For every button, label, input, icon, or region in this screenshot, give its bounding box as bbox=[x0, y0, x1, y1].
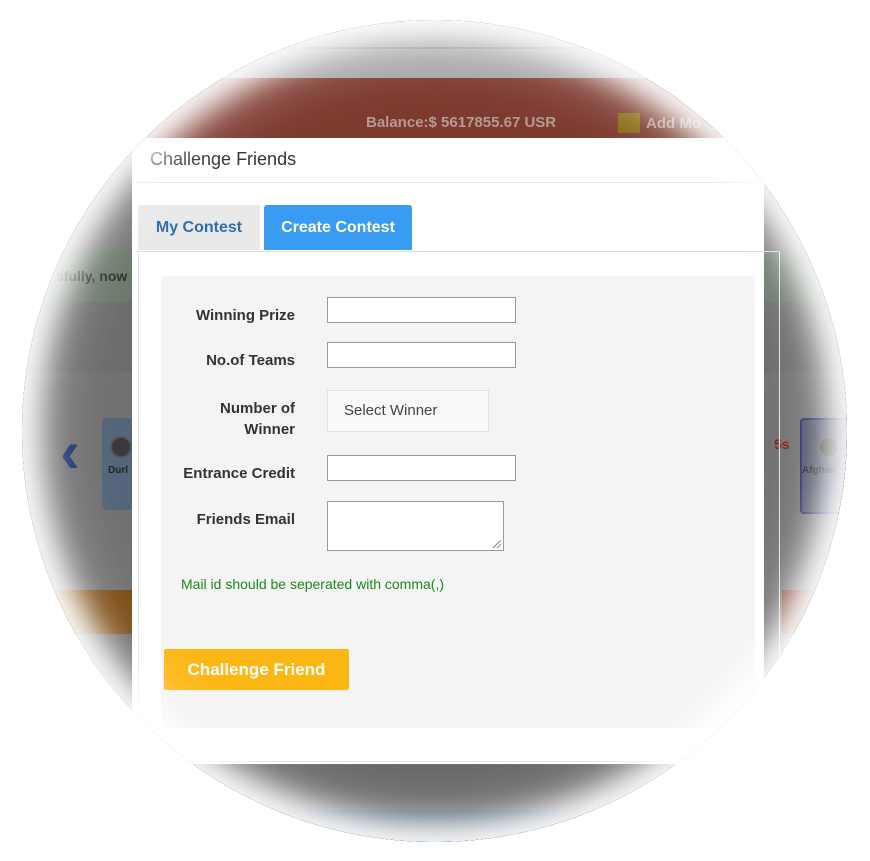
winner-select[interactable]: Select Winner bbox=[327, 390, 489, 432]
add-money-button[interactable]: Add Mo bbox=[618, 113, 701, 133]
friends-email-label: Friends Email bbox=[196, 511, 295, 528]
entrance-credit-label: Entrance Credit bbox=[183, 465, 295, 482]
match-card-label: Durl bbox=[108, 465, 128, 476]
entrance-credit-input[interactable] bbox=[327, 455, 516, 481]
background-divider bbox=[22, 47, 847, 49]
winning-prize-input[interactable] bbox=[327, 297, 516, 323]
teams-label: No.of Teams bbox=[206, 352, 295, 369]
match-card-label: Afghan bbox=[802, 465, 837, 476]
tab-my-contest[interactable]: My Contest bbox=[138, 205, 260, 250]
resize-handle-icon[interactable] bbox=[493, 540, 501, 548]
challenge-friend-button[interactable]: Challenge Friend bbox=[164, 649, 349, 690]
modal-title: Challenge Friends bbox=[150, 149, 297, 169]
contest-tabs: My Contest Create Contest bbox=[138, 205, 778, 252]
friends-email-textarea[interactable] bbox=[327, 501, 504, 551]
balance-text: Balance:$ 5617855.67 USR bbox=[366, 114, 557, 131]
challenge-friends-modal: Challenge Friends My Contest Create Cont… bbox=[132, 138, 780, 764]
winning-prize-label: Winning Prize bbox=[195, 307, 295, 324]
flag-icon bbox=[110, 436, 132, 458]
wallet-icon bbox=[618, 113, 640, 133]
background-banner bbox=[782, 590, 847, 634]
modal-header: Challenge Friends bbox=[132, 138, 764, 183]
create-contest-form: Winning Prize No.of Teams Number of Winn… bbox=[161, 276, 755, 728]
background-footer-bar bbox=[22, 810, 847, 842]
zoom-lens: Balance:$ 5617855.67 USR Add Mo sfully, … bbox=[22, 20, 847, 842]
number-of-winner-label: Number of Winner bbox=[220, 400, 295, 438]
tab-create-contest[interactable]: Create Contest bbox=[264, 205, 412, 250]
match-card[interactable] bbox=[102, 418, 132, 510]
add-money-label: Add Mo bbox=[646, 114, 701, 132]
teams-input[interactable] bbox=[327, 342, 516, 368]
success-alert-text: sfully, now bbox=[56, 268, 128, 284]
flag-icon bbox=[818, 436, 840, 458]
background-banner bbox=[22, 590, 132, 634]
background-top-bar bbox=[22, 20, 847, 78]
email-hint: Mail id should be seperated with comma(,… bbox=[181, 576, 445, 592]
chevron-left-icon[interactable]: ‹ bbox=[60, 422, 80, 482]
